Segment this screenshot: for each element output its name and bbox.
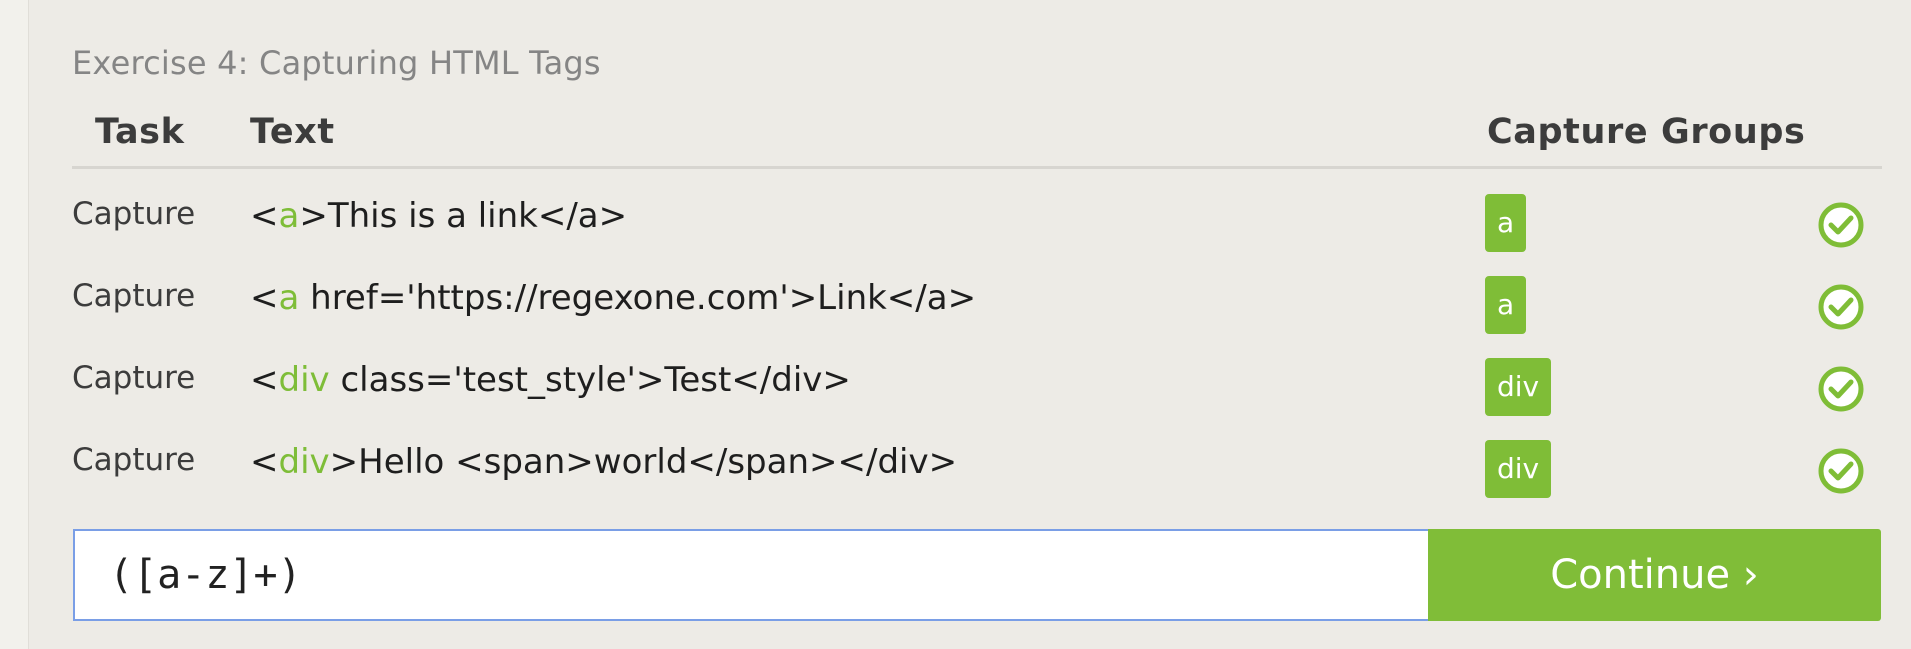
table-row: Capture <a href='https://regexone.com'>L…: [0, 264, 1911, 346]
capture-group-badge: div: [1485, 358, 1552, 416]
header-divider: [72, 166, 1882, 169]
task-label: Capture: [72, 278, 196, 314]
table-row: Capture <div class='test_style'>Test</di…: [0, 346, 1911, 428]
capture-group-badge: div: [1485, 440, 1552, 498]
column-header-capture-groups: Capture Groups: [1487, 112, 1806, 152]
capture-group-badge: a: [1485, 194, 1527, 252]
matched-text: div: [278, 360, 330, 400]
matched-text: a: [278, 196, 300, 236]
table-row: Capture <a>This is a link</a> a: [0, 182, 1911, 264]
text-suffix: href='https://regexone.com'>Link</a>: [299, 278, 977, 318]
matched-text: div: [278, 442, 330, 482]
text-prefix: <: [250, 278, 279, 318]
task-label: Capture: [72, 360, 196, 396]
test-text: <a>This is a link</a>: [250, 196, 627, 236]
test-text: <div class='test_style'>Test</div>: [250, 360, 851, 400]
exercise-title: Exercise 4: Capturing HTML Tags: [72, 44, 601, 82]
test-text: <a href='https://regexone.com'>Link</a>: [250, 278, 976, 318]
column-header-task: Task: [95, 112, 185, 152]
check-icon: [1818, 284, 1864, 330]
text-suffix: >This is a link</a>: [299, 196, 628, 236]
capture-group-badge: a: [1485, 276, 1527, 334]
column-header-text: Text: [250, 112, 335, 152]
task-label: Capture: [72, 196, 196, 232]
regex-input-container: [73, 529, 1428, 621]
matched-text: a: [278, 278, 300, 318]
task-label: Capture: [72, 442, 196, 478]
check-icon: [1818, 202, 1864, 248]
continue-button[interactable]: Continue ›: [1428, 529, 1881, 621]
regex-input[interactable]: [75, 531, 1428, 619]
check-icon: [1818, 366, 1864, 412]
test-text: <div>Hello <span>world</span></div>: [250, 442, 957, 482]
text-suffix: >Hello <span>world</span></div>: [329, 442, 958, 482]
text-suffix: class='test_style'>Test</div>: [329, 360, 851, 400]
text-prefix: <: [250, 442, 279, 482]
text-prefix: <: [250, 360, 279, 400]
table-row: Capture <div>Hello <span>world</span></d…: [0, 428, 1911, 510]
text-prefix: <: [250, 196, 279, 236]
check-icon: [1818, 448, 1864, 494]
